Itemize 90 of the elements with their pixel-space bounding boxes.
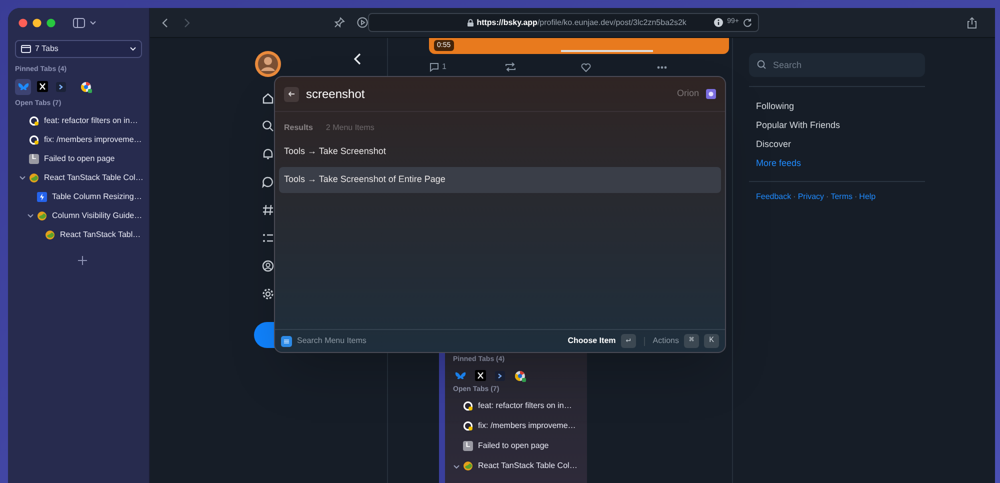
sidebar-toggle-icon	[73, 18, 85, 28]
repost-icon[interactable]	[505, 62, 516, 72]
comment-icon	[429, 62, 439, 72]
info-icon	[714, 18, 724, 27]
separator: ·	[793, 191, 796, 203]
add-tab-icon[interactable]	[78, 256, 87, 265]
x-logo-icon	[475, 370, 486, 381]
separator: ·	[854, 191, 858, 203]
key-cap: K	[704, 334, 719, 348]
globe-icon	[463, 461, 473, 471]
chat-icon[interactable]	[262, 176, 274, 188]
feed-link[interactable]: Discover	[749, 135, 925, 154]
search-input[interactable]: screenshot	[306, 85, 670, 103]
lock-icon	[466, 18, 474, 26]
tab-title[interactable]: Table Column Resizing…	[52, 190, 142, 202]
footer-link[interactable]: Terms	[830, 191, 852, 203]
pinned-tab[interactable]	[34, 78, 50, 94]
chevron-down-icon[interactable]	[453, 462, 460, 470]
play-circle-icon[interactable]	[357, 17, 368, 28]
github-icon	[463, 421, 473, 431]
key-cap: ↵	[620, 334, 636, 348]
scope-label: Orion	[676, 87, 699, 100]
feed-link[interactable]: Popular With Friends	[749, 116, 925, 135]
menu-result[interactable]: Tools → Take Screenshot of Entire Page	[279, 167, 721, 193]
chevron-down-icon[interactable]	[19, 174, 26, 181]
tab-title[interactable]: React TanStack Table Col…	[478, 460, 578, 472]
reload-icon	[743, 18, 752, 27]
back-button[interactable]	[284, 86, 299, 102]
github-icon	[29, 116, 39, 126]
tab-title[interactable]: feat: refactor filters on in…	[44, 114, 138, 126]
tab-title[interactable]: React TanStack Tabl…	[60, 228, 141, 240]
lightning-icon	[37, 192, 47, 202]
separator: ·	[826, 191, 829, 203]
more-icon[interactable]	[657, 66, 667, 68]
chevron-down-icon	[90, 21, 96, 25]
profile-icon[interactable]	[262, 260, 274, 272]
actions-button[interactable]: Actions	[652, 335, 679, 347]
tab-title[interactable]: Failed to open page	[478, 440, 549, 452]
globe-icon	[45, 230, 55, 240]
footer-link[interactable]: Privacy	[798, 191, 824, 203]
menu-result[interactable]: Tools → Take Screenshot	[279, 139, 721, 165]
search-icon[interactable]	[262, 120, 274, 132]
prompt-icon	[56, 82, 66, 92]
search-field[interactable]: Search	[749, 53, 925, 77]
settings-icon[interactable]	[262, 288, 274, 300]
list-icon[interactable]	[262, 232, 274, 244]
avatar	[255, 51, 281, 77]
chevron-down-icon[interactable]	[27, 212, 34, 219]
browser-logo-icon	[514, 370, 526, 382]
tab-title[interactable]: React TanStack Table Col…	[44, 172, 144, 184]
arrow-left-icon	[288, 91, 295, 97]
footer-link[interactable]: Feedback	[756, 191, 792, 203]
prompt-icon	[495, 370, 505, 380]
share-icon[interactable]	[967, 17, 977, 29]
tab-group-selector[interactable]: 7 Tabs	[15, 40, 142, 58]
heart-icon[interactable]	[581, 62, 591, 72]
window-controls-icon	[18, 18, 58, 28]
feed-link[interactable]: Following	[749, 97, 925, 116]
app-logo-icon	[706, 89, 716, 99]
butterfly-icon	[455, 370, 466, 380]
globe-icon	[29, 172, 39, 182]
hashtag-icon[interactable]	[262, 204, 274, 216]
window-icon	[21, 45, 31, 53]
chevron-down-icon	[130, 47, 136, 51]
more-feeds-link[interactable]: More feeds	[749, 154, 925, 173]
back-icon[interactable]	[162, 18, 168, 28]
github-icon	[463, 401, 473, 411]
key-cap: ⌘	[684, 334, 699, 348]
search-icon	[757, 60, 766, 69]
browser-logo-icon	[80, 80, 92, 92]
menu-search-icon	[281, 336, 292, 346]
results-label: Results	[284, 122, 313, 134]
choose-item-button[interactable]: Choose Item	[568, 335, 616, 347]
tab-title[interactable]: feat: refactor filters on in…	[478, 400, 572, 412]
home-icon[interactable]	[262, 92, 274, 104]
footer-link[interactable]: Help	[859, 191, 876, 203]
tab-title[interactable]: fix: /members improveme…	[44, 134, 142, 146]
tab-title[interactable]: fix: /members improveme…	[478, 420, 576, 432]
source-label: Search Menu Items	[297, 335, 368, 347]
butterfly-icon	[18, 82, 28, 92]
bell-icon[interactable]	[262, 148, 274, 160]
tab-title[interactable]: Column Visibility Guide…	[52, 210, 142, 222]
globe-icon	[37, 210, 47, 220]
reply-button[interactable]: 1	[429, 61, 505, 73]
url-text: https://bsky.app/profile/ko.eunjae.dev/post/3lc2zn5ba2s2k	[476, 16, 686, 28]
github-icon	[29, 134, 39, 144]
results-count: 2 Menu Items	[326, 122, 374, 134]
tab-title[interactable]: Failed to open page	[44, 152, 115, 164]
pin-icon[interactable]	[334, 17, 345, 28]
x-logo-icon	[36, 81, 48, 92]
